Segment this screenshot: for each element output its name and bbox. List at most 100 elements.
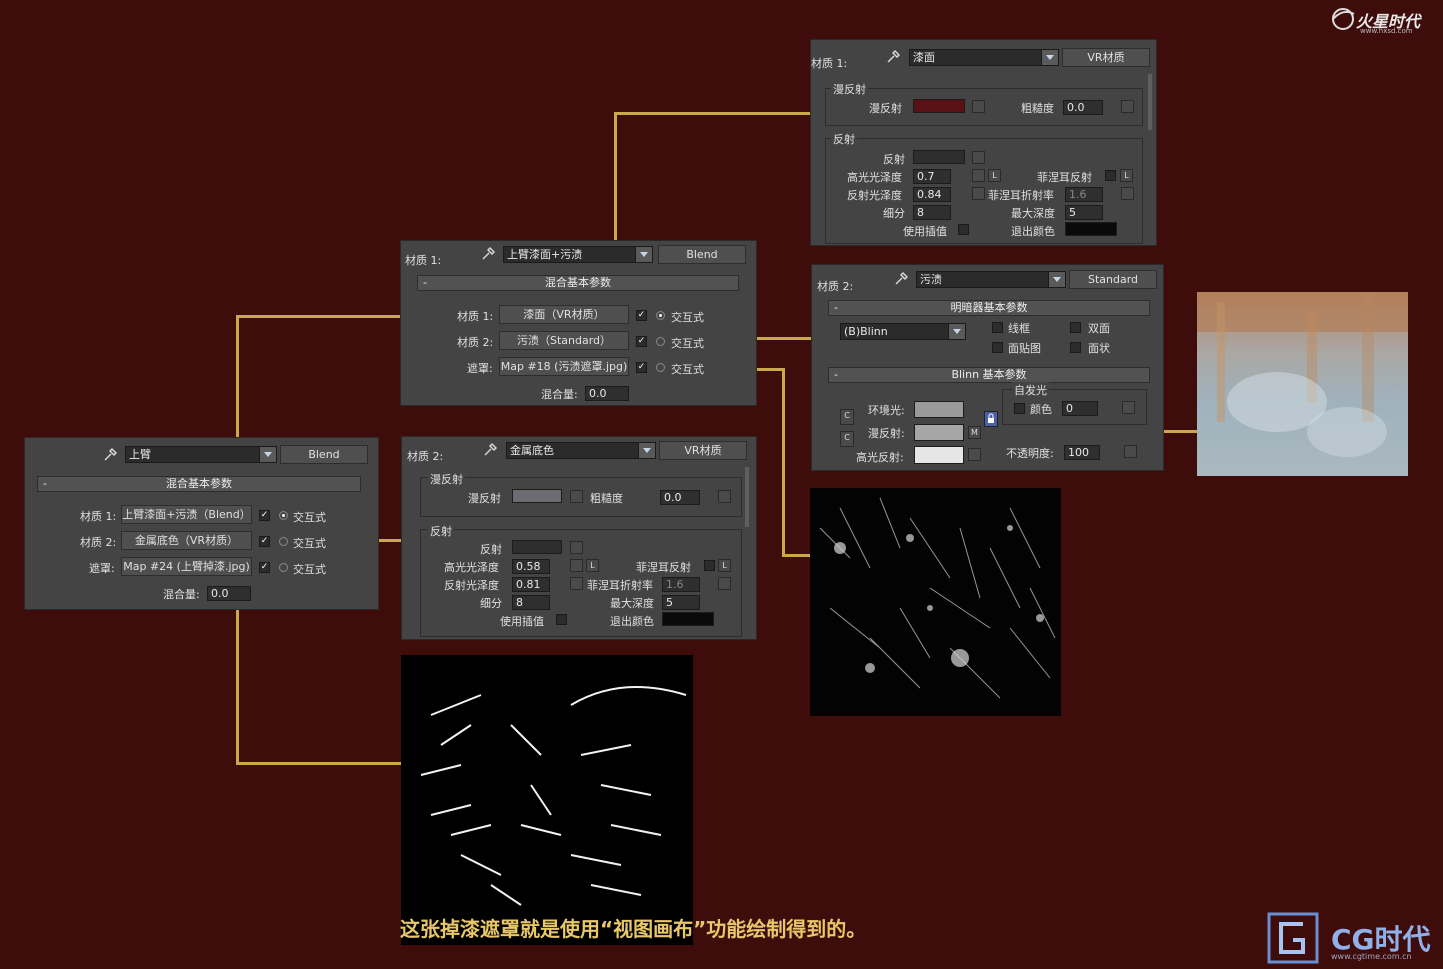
lock-icon[interactable]: [984, 411, 998, 427]
map-button[interactable]: [972, 100, 985, 113]
material1-map-button[interactable]: 上臂漆面+污渍（Blend）: [121, 505, 252, 524]
map-button[interactable]: [718, 490, 731, 503]
material2-map-button[interactable]: 金属底色（VR材质）: [121, 531, 252, 550]
map-button[interactable]: [1121, 187, 1134, 200]
fresnel-ior-spinner[interactable]: 1.6: [1065, 187, 1103, 202]
face-map-checkbox[interactable]: [992, 342, 1003, 353]
mix-amount-spinner[interactable]: 0.0: [207, 586, 251, 601]
material-type-button[interactable]: Blend: [280, 445, 368, 464]
hilight-gloss-spinner[interactable]: 0.58: [512, 559, 550, 574]
use-interp-checkbox[interactable]: [958, 224, 969, 235]
map-button[interactable]: [570, 577, 583, 590]
map-button[interactable]: [570, 490, 583, 503]
map-button[interactable]: [972, 187, 985, 200]
material-name-field[interactable]: 漆面: [909, 49, 1059, 66]
reflect-color-swatch[interactable]: [512, 540, 562, 554]
map-button[interactable]: [1124, 445, 1137, 458]
material2-interactive-radio[interactable]: [279, 537, 288, 546]
rollout-header-shader[interactable]: - 明暗器基本参数: [828, 300, 1150, 316]
max-depth-spinner[interactable]: 5: [662, 595, 700, 610]
reflect-color-swatch[interactable]: [913, 150, 965, 164]
refl-gloss-spinner[interactable]: 0.81: [512, 577, 550, 592]
fresnel-l-button[interactable]: L: [1120, 169, 1133, 182]
diffuse-color-swatch[interactable]: [913, 99, 965, 113]
diffuse-map-button[interactable]: M: [968, 426, 981, 439]
rollout-header-blend[interactable]: - 混合基本参数: [417, 275, 739, 291]
faceted-checkbox[interactable]: [1070, 342, 1081, 353]
mix-amount-spinner[interactable]: 0.0: [585, 386, 629, 401]
scrollbar[interactable]: [745, 467, 749, 527]
material1-checkbox[interactable]: ✓: [259, 510, 270, 521]
material-type-button[interactable]: VR材质: [1062, 48, 1150, 67]
subdivs-spinner[interactable]: 8: [913, 205, 951, 220]
mask-map-button[interactable]: Map #24 (上臂掉漆.jpg): [121, 557, 252, 576]
material2-interactive-radio[interactable]: [656, 337, 665, 346]
eyedropper-icon[interactable]: [894, 272, 908, 286]
material1-interactive-radio[interactable]: [656, 311, 665, 320]
map-button[interactable]: [972, 151, 985, 164]
lock-c-button[interactable]: C: [840, 431, 854, 447]
roughness-spinner[interactable]: 0.0: [660, 490, 700, 505]
self-illum-spinner[interactable]: 0: [1062, 401, 1098, 416]
dropdown-arrow-icon[interactable]: [638, 443, 655, 458]
rollout-header-blend[interactable]: - 混合基本参数: [37, 476, 361, 492]
exit-color-swatch[interactable]: [1065, 222, 1117, 236]
subdivs-spinner[interactable]: 8: [512, 595, 550, 610]
material-type-button[interactable]: Standard: [1069, 270, 1157, 289]
material2-map-button[interactable]: 污渍（Standard）: [499, 331, 629, 350]
mask-interactive-radio[interactable]: [279, 563, 288, 572]
map-button[interactable]: [972, 169, 985, 182]
material-name-field[interactable]: 金属底色: [506, 442, 656, 459]
lock-l-button[interactable]: L: [988, 169, 1001, 182]
refl-gloss-spinner[interactable]: 0.84: [913, 187, 951, 202]
diffuse-color-swatch[interactable]: [914, 424, 964, 441]
dropdown-arrow-icon[interactable]: [259, 447, 276, 462]
material-type-button[interactable]: VR材质: [659, 441, 747, 460]
lock-l-button[interactable]: L: [586, 559, 599, 572]
mask-checkbox[interactable]: ✓: [259, 562, 270, 573]
dropdown-arrow-icon[interactable]: [1048, 272, 1065, 287]
material2-checkbox[interactable]: ✓: [259, 536, 270, 547]
map-button[interactable]: [570, 559, 583, 572]
eyedropper-icon[interactable]: [103, 448, 117, 462]
eyedropper-icon[interactable]: [886, 50, 900, 64]
map-button[interactable]: [1122, 401, 1135, 414]
eyedropper-icon[interactable]: [483, 443, 497, 457]
material-type-button[interactable]: Blend: [658, 245, 746, 264]
roughness-spinner[interactable]: 0.0: [1063, 100, 1103, 115]
material1-interactive-radio[interactable]: [279, 511, 288, 520]
dropdown-arrow-icon[interactable]: [1041, 50, 1058, 65]
material1-checkbox[interactable]: ✓: [636, 310, 647, 321]
map-button[interactable]: [570, 541, 583, 554]
fresnel-checkbox[interactable]: [704, 560, 715, 571]
wire-checkbox[interactable]: [992, 322, 1003, 333]
material-name-field[interactable]: 上臂漆面+污渍: [503, 246, 653, 263]
scrollbar[interactable]: [1148, 74, 1152, 130]
diffuse-color-swatch[interactable]: [512, 489, 562, 503]
material2-checkbox[interactable]: ✓: [636, 336, 647, 347]
ambient-color-swatch[interactable]: [914, 401, 964, 418]
use-interp-checkbox[interactable]: [556, 614, 567, 625]
shader-dropdown[interactable]: (B)Blinn: [840, 323, 966, 340]
specular-color-swatch[interactable]: [914, 446, 964, 464]
mask-interactive-radio[interactable]: [656, 363, 665, 372]
mask-map-button[interactable]: Map #18 (污渍遮罩.jpg): [499, 357, 629, 376]
two-sided-checkbox[interactable]: [1070, 322, 1081, 333]
mask-checkbox[interactable]: ✓: [636, 362, 647, 373]
fresnel-l-button[interactable]: L: [718, 559, 731, 572]
material1-map-button[interactable]: 漆面（VR材质）: [499, 305, 629, 324]
map-button[interactable]: [1121, 100, 1134, 113]
material-name-field[interactable]: 上臂: [125, 446, 277, 463]
fresnel-ior-spinner[interactable]: 1.6: [662, 577, 700, 592]
rollout-header-blinn[interactable]: - Blinn 基本参数: [828, 367, 1150, 383]
map-button[interactable]: [968, 448, 981, 461]
exit-color-swatch[interactable]: [662, 612, 714, 626]
hilight-gloss-spinner[interactable]: 0.7: [913, 169, 951, 184]
dropdown-arrow-icon[interactable]: [948, 324, 965, 339]
opacity-spinner[interactable]: 100: [1064, 445, 1100, 460]
dropdown-arrow-icon[interactable]: [635, 247, 652, 262]
max-depth-spinner[interactable]: 5: [1065, 205, 1103, 220]
lock-c-button[interactable]: C: [840, 409, 854, 425]
self-illum-color-checkbox[interactable]: [1014, 403, 1025, 414]
eyedropper-icon[interactable]: [481, 247, 495, 261]
